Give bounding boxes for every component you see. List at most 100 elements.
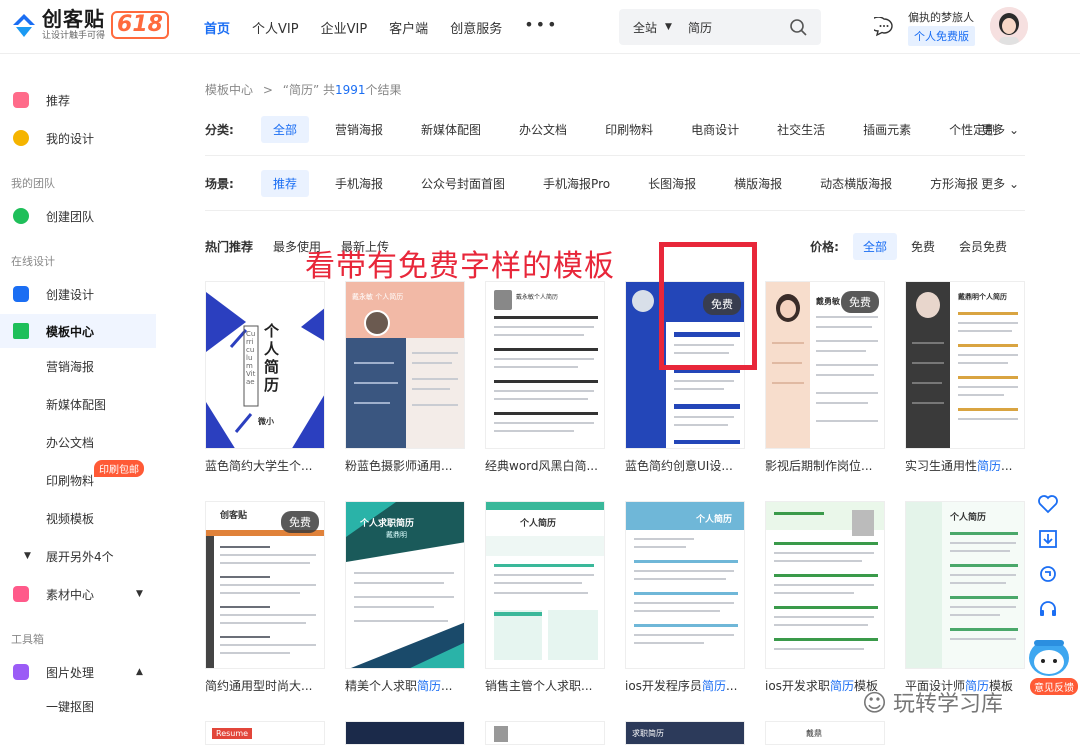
- template-thumbnail[interactable]: 个人简历: [485, 501, 605, 669]
- sidebar-item-create-design[interactable]: 创建设计: [0, 277, 156, 311]
- template-card[interactable]: 戴鼎明个人简历 实习生通用性简历...: [905, 281, 1025, 474]
- template-card[interactable]: 戴勇敏 免费 影视后期制作岗位...: [765, 281, 885, 474]
- category-more-button[interactable]: 更多 ⌄: [981, 121, 1019, 138]
- category-chip[interactable]: 办公文档: [507, 116, 579, 143]
- template-card[interactable]: 戴永敏 个人简历 粉蓝色摄影师通用...: [345, 281, 465, 474]
- template-thumbnail[interactable]: [765, 501, 885, 669]
- avatar[interactable]: [990, 7, 1028, 45]
- template-thumbnail[interactable]: 个人简历: [905, 501, 1025, 669]
- heart-icon[interactable]: [1036, 492, 1060, 516]
- scene-chip[interactable]: 长图海报: [636, 170, 708, 197]
- scene-chip[interactable]: 公众号封面首图: [409, 170, 517, 197]
- sidebar-item-image-process[interactable]: 图片处理 ▲: [0, 655, 156, 689]
- template-title[interactable]: 精美个人求职简历...: [345, 677, 465, 694]
- nav-creative-service[interactable]: 创意服务: [450, 18, 502, 37]
- template-card[interactable]: 个人简历 Curriculum Vitae 微小 蓝色简约大学生个...: [205, 281, 325, 474]
- sidebar-item-material-center[interactable]: 素材中心 ▼: [0, 577, 156, 611]
- nav-client[interactable]: 客户端: [389, 18, 428, 37]
- template-thumbnail[interactable]: 戴永敏个人简历: [485, 281, 605, 449]
- category-chip[interactable]: 营销海报: [323, 116, 395, 143]
- template-thumbnail[interactable]: 个人简历: [625, 501, 745, 669]
- scene-chip[interactable]: 动态横版海报: [808, 170, 904, 197]
- template-thumbnail[interactable]: 戴鼎: [765, 721, 885, 745]
- template-thumbnail[interactable]: 个人简历 Curriculum Vitae 微小: [205, 281, 325, 449]
- thumb-title: 求职简历: [632, 729, 664, 738]
- sidebar-sub-video[interactable]: 视频模板: [0, 501, 156, 535]
- sidebar-sub-marketing-poster[interactable]: 营销海报: [0, 349, 156, 383]
- brand-logo[interactable]: 创客贴 让设计触手可得 618: [10, 8, 169, 42]
- template-card[interactable]: ios开发求职简历模板: [765, 501, 885, 694]
- sidebar-expand-more[interactable]: ▼ 展开另外4个: [0, 539, 156, 573]
- download-icon[interactable]: [1036, 527, 1060, 551]
- search-input[interactable]: [687, 20, 778, 34]
- template-thumbnail[interactable]: Resume: [205, 721, 325, 745]
- template-thumbnail[interactable]: 求职简历: [625, 721, 745, 745]
- sidebar-item-recommend[interactable]: 推荐: [0, 83, 156, 117]
- template-card[interactable]: 个人求职简历 戴鼎明 精美个人求职简历...: [345, 501, 465, 694]
- scene-more-button[interactable]: 更多 ⌄: [981, 175, 1019, 192]
- right-float-bar: [1036, 492, 1060, 632]
- template-title[interactable]: 影视后期制作岗位...: [765, 457, 885, 474]
- price-chip-member-free[interactable]: 会员免费: [949, 233, 1017, 260]
- caret-down-icon[interactable]: ▼: [665, 22, 672, 32]
- template-title[interactable]: ios开发程序员简历...: [625, 677, 745, 694]
- scene-chip[interactable]: 手机海报Pro: [531, 170, 622, 197]
- template-thumbnail[interactable]: [345, 721, 465, 745]
- sidebar-item-label: 模板中心: [46, 324, 95, 339]
- logo-slogan: 让设计触手可得: [42, 31, 106, 41]
- template-thumbnail[interactable]: 戴鼎明个人简历: [905, 281, 1025, 449]
- template-card[interactable]: 个人简历 平面设计师简历模板: [905, 501, 1025, 694]
- plan-badge[interactable]: 个人免费版: [908, 26, 975, 46]
- template-title[interactable]: 实习生通用性简历...: [905, 457, 1025, 474]
- sidebar-item-my-design[interactable]: 我的设计: [0, 121, 156, 155]
- category-chip[interactable]: 全部: [261, 115, 310, 143]
- search-scope-select[interactable]: 全站: [633, 19, 657, 36]
- sidebar-sub-cutout[interactable]: 一键抠图: [0, 689, 156, 723]
- scene-chip[interactable]: 方形海报: [918, 170, 990, 197]
- sidebar-item-template-center[interactable]: 模板中心: [0, 314, 156, 348]
- promo-618-badge[interactable]: 618: [111, 11, 169, 39]
- template-title[interactable]: 简约通用型时尚大...: [205, 677, 325, 694]
- chevron-down-icon: ⌄: [1008, 176, 1019, 191]
- template-card[interactable]: 创客贴 免费 简约通用型时尚大...: [205, 501, 325, 694]
- template-card[interactable]: 个人简历 销售主管个人求职...: [485, 501, 605, 694]
- sidebar-sub-office-docs[interactable]: 办公文档: [0, 425, 156, 459]
- user-name[interactable]: 偏执的梦旅人: [908, 9, 974, 25]
- breadcrumb-root[interactable]: 模板中心: [205, 83, 253, 97]
- nav-personal-vip[interactable]: 个人VIP: [252, 18, 299, 37]
- template-title[interactable]: 蓝色简约创意UI设...: [625, 457, 745, 474]
- sidebar-sub-print[interactable]: 印刷物料: [0, 463, 156, 497]
- category-chip[interactable]: 电商设计: [679, 116, 751, 143]
- headset-icon[interactable]: [1036, 597, 1060, 621]
- template-title[interactable]: 粉蓝色摄影师通用...: [345, 457, 465, 474]
- template-thumbnail[interactable]: 个人求职简历 戴鼎明: [345, 501, 465, 669]
- sort-hot[interactable]: 热门推荐: [205, 238, 253, 255]
- nav-more-icon[interactable]: •••: [524, 17, 558, 37]
- template-card[interactable]: 个人简历 ios开发程序员简历...: [625, 501, 745, 694]
- category-chip[interactable]: 社交生活: [765, 116, 837, 143]
- refresh-icon[interactable]: [1036, 562, 1060, 586]
- template-title[interactable]: 经典word风黑白简...: [485, 457, 605, 474]
- template-title[interactable]: 销售主管个人求职...: [485, 677, 605, 694]
- sidebar-sub-new-media[interactable]: 新媒体配图: [0, 387, 156, 421]
- price-chip-free[interactable]: 免费: [901, 233, 945, 260]
- template-title[interactable]: 蓝色简约大学生个...: [205, 457, 325, 474]
- category-chip[interactable]: 插画元素: [851, 116, 923, 143]
- template-thumbnail[interactable]: [485, 721, 605, 745]
- category-chip[interactable]: 印刷物料: [593, 116, 665, 143]
- scene-chip[interactable]: 手机海报: [323, 170, 395, 197]
- category-chip[interactable]: 新媒体配图: [409, 116, 493, 143]
- nav-enterprise-vip[interactable]: 企业VIP: [321, 18, 368, 37]
- price-chip-all[interactable]: 全部: [852, 232, 897, 260]
- feedback-button[interactable]: 意见反馈: [1030, 678, 1078, 695]
- message-icon[interactable]: [874, 17, 894, 37]
- search-icon[interactable]: [789, 18, 807, 36]
- sidebar-item-create-team[interactable]: 创建团队: [0, 199, 156, 233]
- scene-chip[interactable]: 横版海报: [722, 170, 794, 197]
- thumb-name: 戴勇敏: [816, 297, 840, 306]
- free-tag: 免费: [841, 291, 879, 313]
- template-thumbnail[interactable]: 戴永敏 个人简历: [345, 281, 465, 449]
- scene-chip[interactable]: 推荐: [261, 169, 310, 197]
- nav-home[interactable]: 首页: [204, 18, 230, 37]
- template-card[interactable]: 戴永敏个人简历 经典word风黑白简...: [485, 281, 605, 474]
